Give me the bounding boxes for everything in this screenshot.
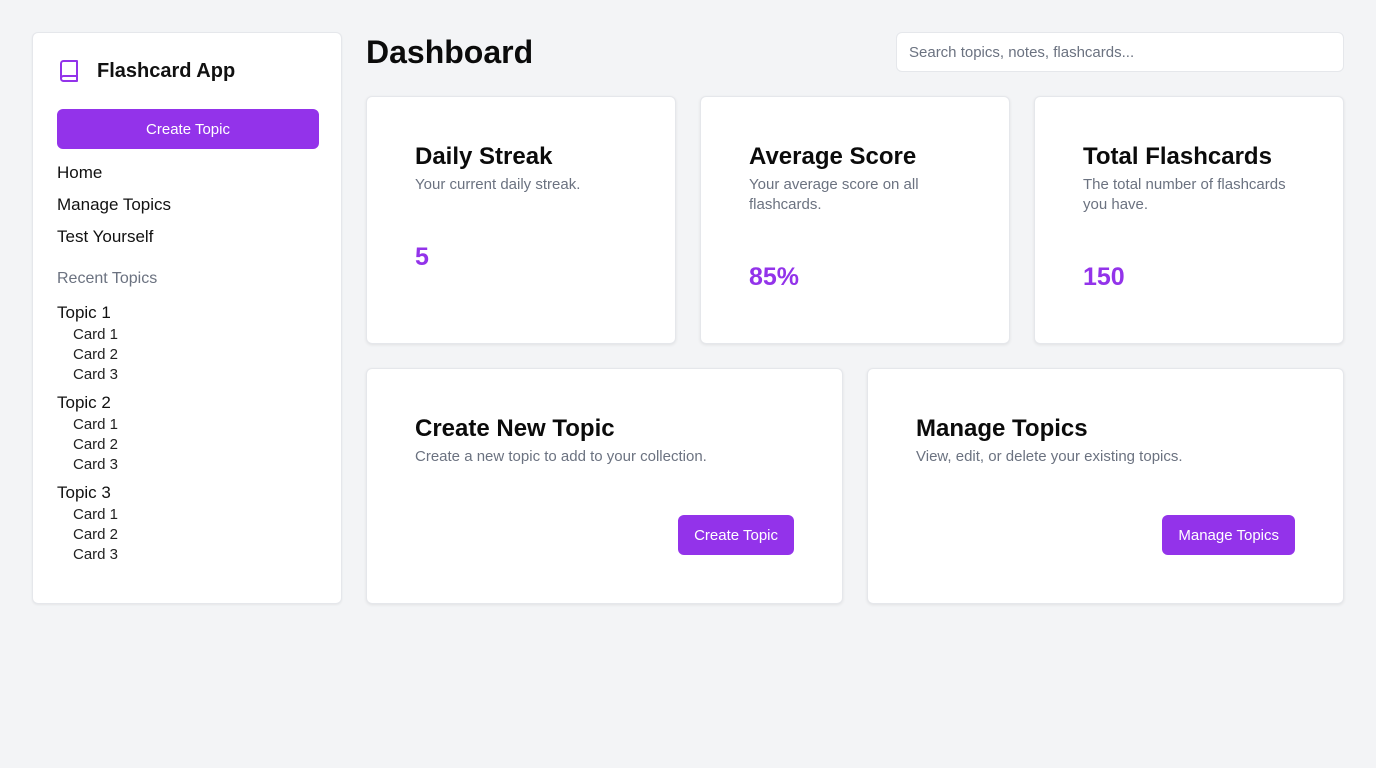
card-link[interactable]: Card 3 (73, 365, 118, 385)
card-link[interactable]: Card 1 (73, 325, 118, 345)
nav-item-home[interactable]: Home (57, 157, 171, 189)
manage-topics-button[interactable]: Manage Topics (1162, 515, 1295, 555)
topic-link[interactable]: Topic 1 (57, 301, 118, 325)
card-link[interactable]: Card 2 (73, 345, 118, 365)
card-title: Daily Streak (415, 143, 553, 170)
stat-value: 5 (415, 243, 429, 271)
card-description: The total number of flashcards you have. (1083, 176, 1286, 213)
card-link[interactable]: Card 2 (73, 435, 118, 455)
card-list: Card 1 Card 2 Card 3 (57, 415, 118, 475)
nav-item-manage-topics[interactable]: Manage Topics (57, 189, 171, 221)
manage-topics-card: Manage Topics View, edit, or delete your… (867, 368, 1344, 604)
topic-link[interactable]: Topic 3 (57, 481, 118, 505)
book-icon (57, 59, 81, 83)
sidebar: Flashcard App Create Topic Home Manage T… (32, 32, 342, 604)
card-title: Average Score (749, 143, 917, 170)
nav-item-test-yourself[interactable]: Test Yourself (57, 221, 171, 253)
total-flashcards-card: Total Flashcards The total number of fla… (1034, 96, 1344, 344)
card-link[interactable]: Card 1 (73, 415, 118, 435)
create-new-topic-card: Create New Topic Create a new topic to a… (366, 368, 843, 604)
card-description: Your current daily streak. (415, 176, 581, 193)
card-title: Total Flashcards (1083, 143, 1272, 170)
card-link[interactable]: Card 2 (73, 525, 118, 545)
recent-topics-heading: Recent Topics (57, 270, 158, 287)
sidebar-nav: Home Manage Topics Test Yourself (57, 157, 171, 253)
card-title: Create New Topic (415, 415, 615, 442)
stat-value: 85% (749, 263, 800, 291)
app-title: Flashcard App (97, 59, 236, 82)
create-topic-button[interactable]: Create Topic (678, 515, 794, 555)
brand: Flashcard App (57, 59, 235, 83)
card-description: Your average score on all flashcards. (749, 176, 919, 213)
card-link[interactable]: Card 1 (73, 505, 118, 525)
card-link[interactable]: Card 3 (73, 545, 118, 565)
card-list: Card 1 Card 2 Card 3 (57, 505, 118, 565)
topic-link[interactable]: Topic 2 (57, 391, 118, 415)
card-link[interactable]: Card 3 (73, 455, 118, 475)
recent-topics-list: Topic 1 Card 1 Card 2 Card 3 Topic 2 Car… (57, 301, 118, 571)
card-title: Manage Topics (916, 415, 1088, 442)
topic-group: Topic 1 Card 1 Card 2 Card 3 (57, 301, 118, 385)
average-score-card: Average Score Your average score on all … (700, 96, 1010, 344)
sidebar-create-topic-button[interactable]: Create Topic (57, 109, 319, 149)
card-description: View, edit, or delete your existing topi… (916, 448, 1183, 465)
search-input[interactable] (896, 32, 1344, 72)
card-list: Card 1 Card 2 Card 3 (57, 325, 118, 385)
page-title: Dashboard (366, 34, 534, 70)
card-description: Create a new topic to add to your collec… (415, 448, 707, 465)
stat-value: 150 (1083, 263, 1125, 291)
topic-group: Topic 3 Card 1 Card 2 Card 3 (57, 481, 118, 565)
topic-group: Topic 2 Card 1 Card 2 Card 3 (57, 391, 118, 475)
daily-streak-card: Daily Streak Your current daily streak. … (366, 96, 676, 344)
